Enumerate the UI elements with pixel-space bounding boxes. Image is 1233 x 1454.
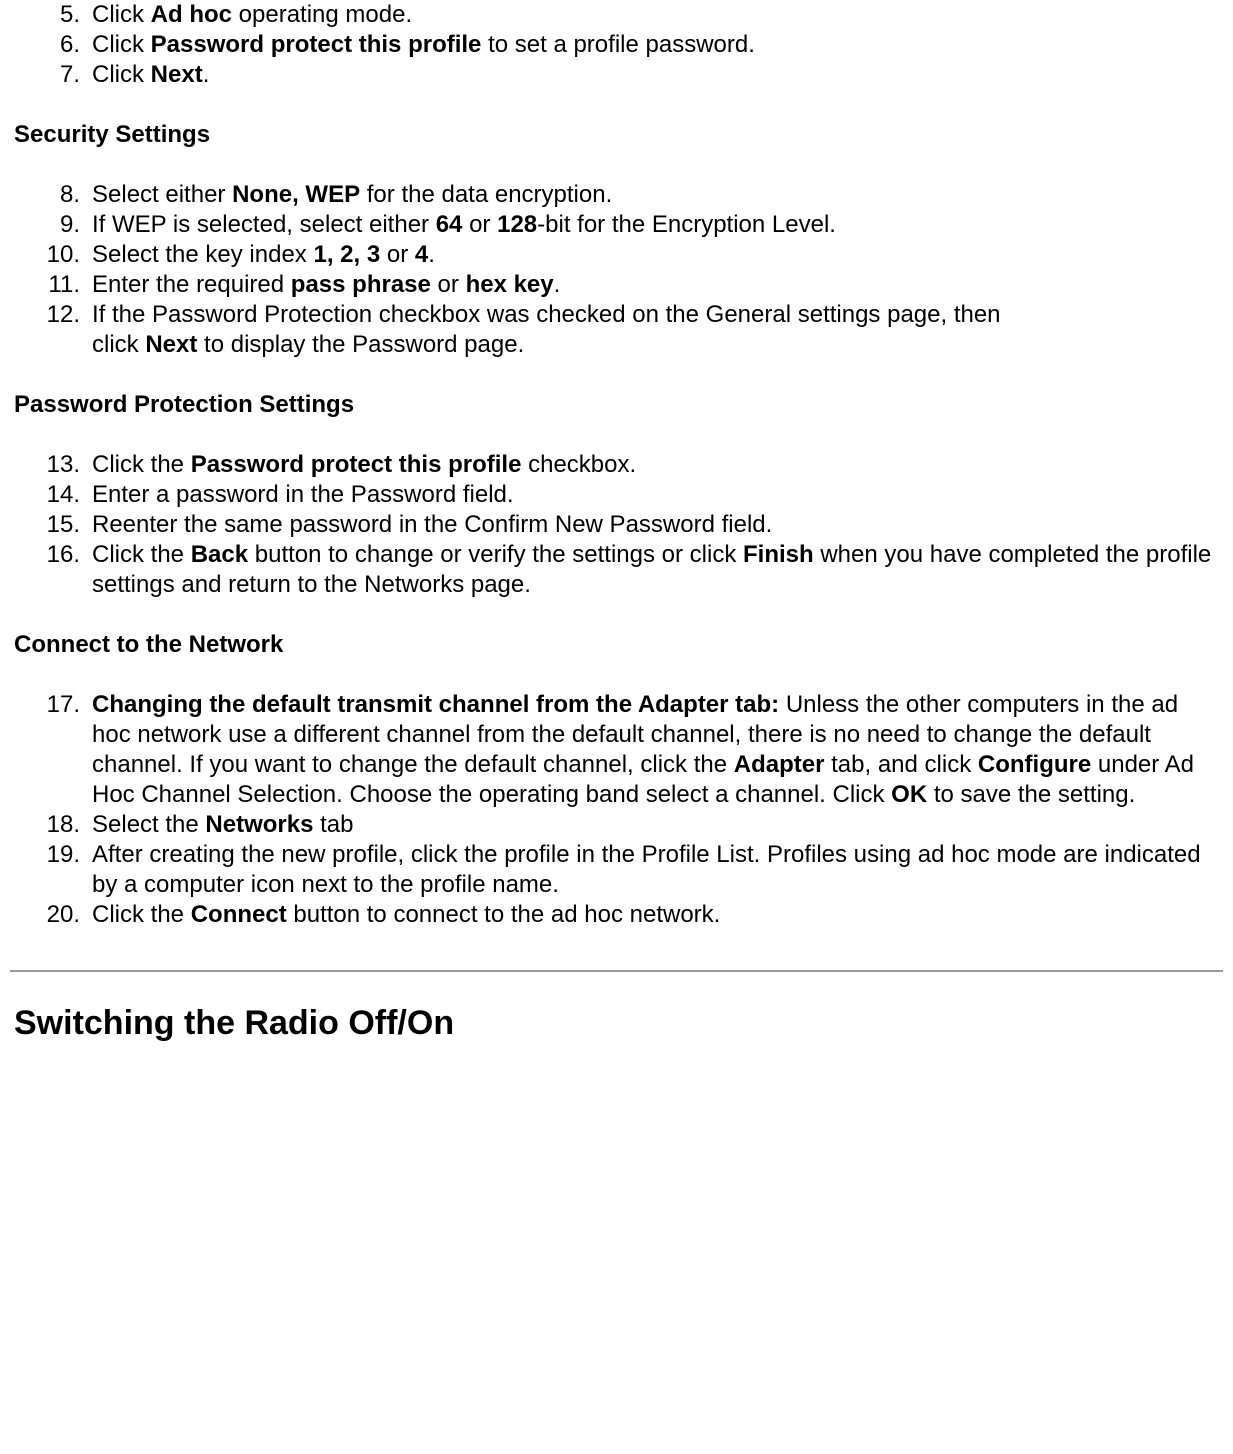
section-heading-connect: Connect to the Network (10, 630, 1223, 660)
list-item: 13. Click the Password protect this prof… (82, 450, 1223, 480)
list-item: 16. Click the Back button to change or v… (82, 540, 1223, 600)
section-heading-security: Security Settings (10, 120, 1223, 150)
item-text: Click the Connect button to connect to t… (92, 901, 720, 928)
item-text: Click Ad hoc operating mode. (92, 1, 412, 28)
item-text: Click Password protect this profile to s… (92, 31, 755, 58)
item-text: Click Next. (92, 61, 209, 88)
list-item: 8. Select either None, WEP for the data … (82, 180, 1223, 210)
list-item: 6. Click Password protect this profile t… (82, 30, 1223, 60)
list-item: 14. Enter a password in the Password fie… (82, 480, 1223, 510)
steps-list-4: 17. Changing the default transmit channe… (10, 690, 1223, 930)
item-number: 15. (30, 510, 80, 540)
item-number: 14. (30, 480, 80, 510)
list-item: 9. If WEP is selected, select either 64 … (82, 210, 1223, 240)
item-number: 12. (30, 300, 80, 330)
list-item: 10. Select the key index 1, 2, 3 or 4. (82, 240, 1223, 270)
item-text: Changing the default transmit channel fr… (92, 691, 1194, 808)
item-text: Enter the required pass phrase or hex ke… (92, 271, 560, 298)
list-item: 17. Changing the default transmit channe… (82, 690, 1223, 810)
item-text: If the Password Protection checkbox was … (92, 301, 1001, 358)
list-item: 5. Click Ad hoc operating mode. (82, 0, 1223, 30)
list-item: 15. Reenter the same password in the Con… (82, 510, 1223, 540)
list-item: 19. After creating the new profile, clic… (82, 840, 1223, 900)
list-item: 18. Select the Networks tab (82, 810, 1223, 840)
item-text: Select the Networks tab (92, 811, 353, 838)
item-text: Select the key index 1, 2, 3 or 4. (92, 241, 435, 268)
list-item: 11. Enter the required pass phrase or he… (82, 270, 1223, 300)
item-number: 10. (30, 240, 80, 270)
section-heading-password: Password Protection Settings (10, 390, 1223, 420)
list-item: 20. Click the Connect button to connect … (82, 900, 1223, 930)
item-number: 13. (30, 450, 80, 480)
item-text: If WEP is selected, select either 64 or … (92, 211, 836, 238)
item-number: 18. (30, 810, 80, 840)
item-text: Enter a password in the Password field. (92, 481, 514, 508)
item-number: 17. (30, 690, 80, 720)
steps-list-3: 13. Click the Password protect this prof… (10, 450, 1223, 600)
heading-radio: Switching the Radio Off/On (10, 1002, 1223, 1045)
list-item: 7. Click Next. (82, 60, 1223, 90)
item-number: 16. (30, 540, 80, 570)
item-number: 6. (30, 30, 80, 60)
item-number: 9. (30, 210, 80, 240)
item-text: After creating the new profile, click th… (92, 841, 1201, 898)
item-text: Click the Password protect this profile … (92, 451, 636, 478)
horizontal-rule (10, 970, 1223, 972)
list-item: 12. If the Password Protection checkbox … (82, 300, 1223, 360)
item-number: 11. (30, 270, 80, 300)
steps-list-2: 8. Select either None, WEP for the data … (10, 180, 1223, 360)
steps-list-1: 5. Click Ad hoc operating mode. 6. Click… (10, 0, 1223, 90)
item-number: 8. (30, 180, 80, 210)
document-page: 5. Click Ad hoc operating mode. 6. Click… (0, 0, 1233, 1085)
item-text: Reenter the same password in the Confirm… (92, 511, 772, 538)
item-text: Click the Back button to change or verif… (92, 541, 1211, 598)
item-number: 5. (30, 0, 80, 30)
item-number: 20. (30, 900, 80, 930)
item-number: 19. (30, 840, 80, 870)
item-number: 7. (30, 60, 80, 90)
item-text: Select either None, WEP for the data enc… (92, 181, 612, 208)
